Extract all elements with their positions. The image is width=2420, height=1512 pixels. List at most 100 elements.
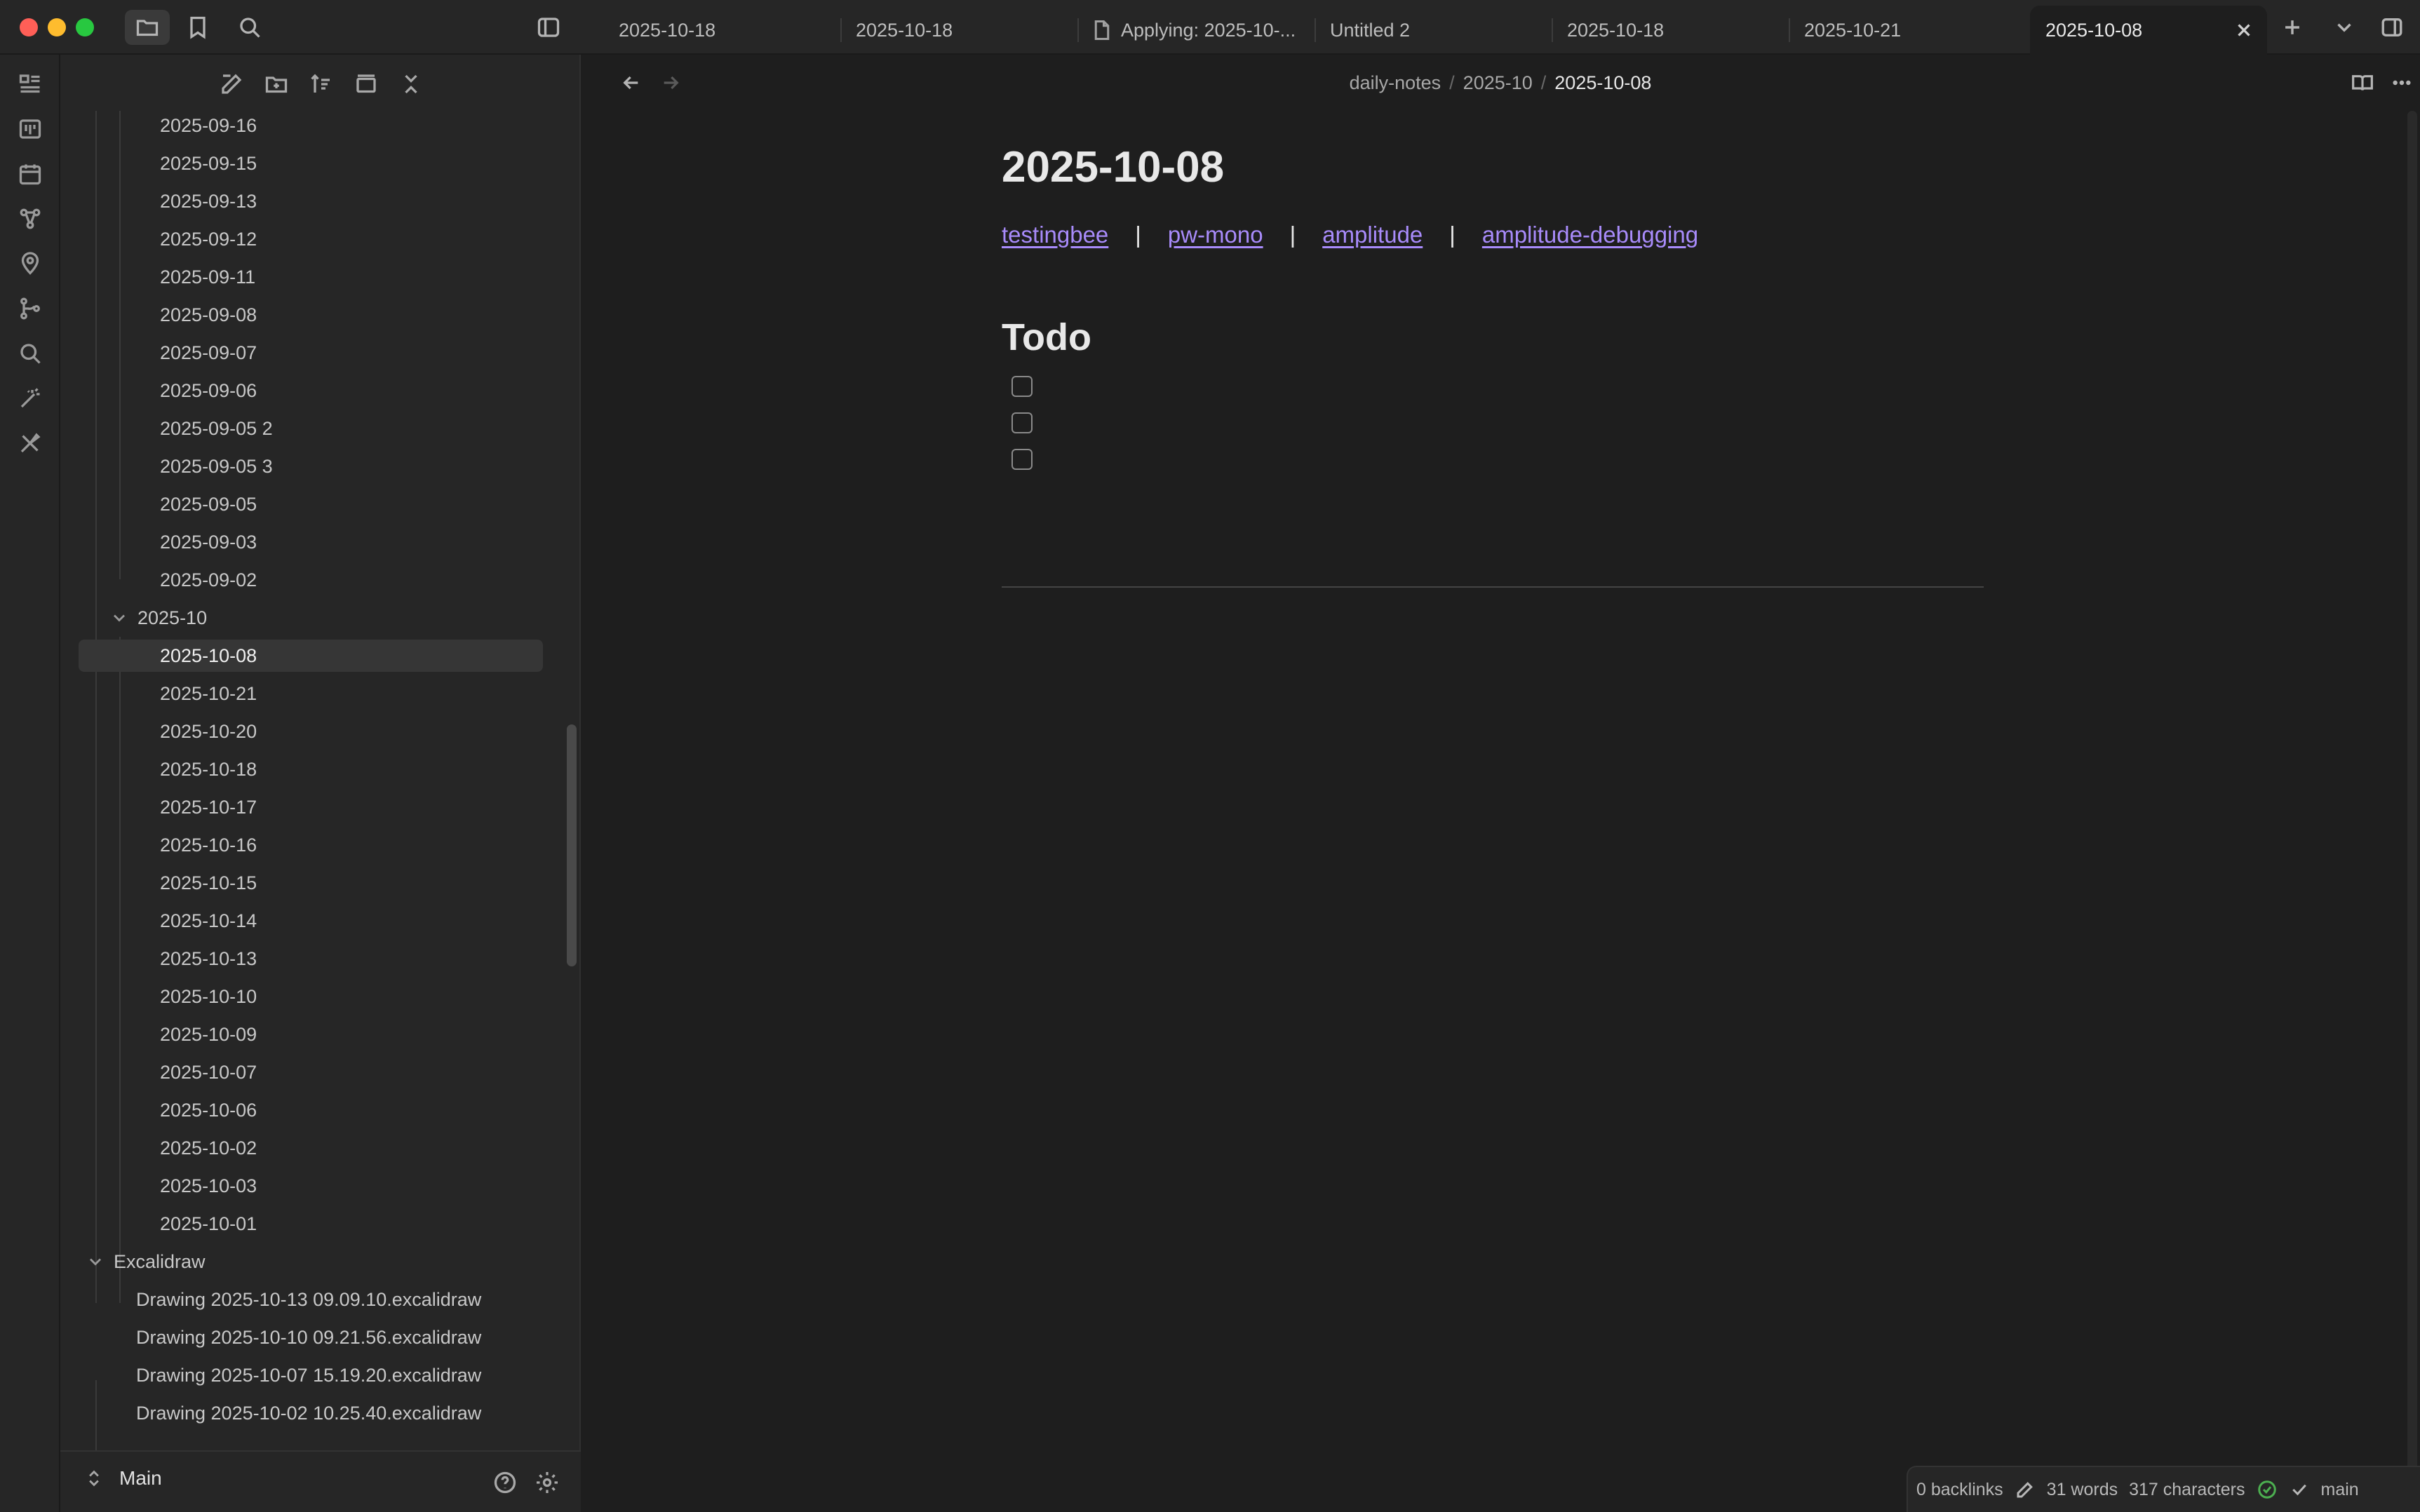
graph-icon [20,208,41,229]
file-item[interactable]: 2025-10-03 [160,1170,257,1202]
link-testingbee[interactable]: testingbee [1002,222,1108,248]
breadcrumb-current-note[interactable]: 2025-10-08 [1554,72,1651,93]
toggle-right-sidebar-button[interactable] [2371,10,2413,45]
file-item[interactable]: 2025-09-11 [160,261,255,293]
file-item[interactable]: 2025-10-20 [160,715,257,748]
file-item[interactable]: Drawing 2025-10-13 09.09.10.excalidraw [136,1283,481,1316]
sync-status[interactable] [2257,1479,2278,1500]
settings-button[interactable] [532,1467,563,1498]
tab-list-button[interactable] [2323,10,2365,45]
file-item[interactable]: 2025-09-06 [160,374,257,407]
window-minimize-button[interactable] [48,18,66,36]
todo-checkbox[interactable] [1011,412,1033,433]
git-branch-name[interactable]: main [2321,1480,2359,1500]
file-item[interactable]: 2025-09-16 [160,111,257,142]
todo-checkbox[interactable] [1011,376,1033,397]
note-content[interactable]: 2025-10-08 testingbee | pw-mono | amplit… [1002,146,1984,470]
file-label: 2025-09-05 2 [160,417,273,439]
new-note-button[interactable] [216,69,247,100]
note-title[interactable]: 2025-10-08 [1002,146,1984,189]
more-options-button[interactable] [2386,67,2417,98]
ribbon-dashboard-button[interactable] [15,69,46,100]
file-item[interactable]: 2025-10-02 [160,1132,257,1164]
ribbon-graph-button[interactable] [15,203,46,234]
file-item[interactable]: 2025-10-21 [160,677,257,710]
breadcrumb-daily-notes[interactable]: daily-notes [1350,72,1441,93]
ribbon-calendar-button[interactable] [15,158,46,189]
editor-scrollbar[interactable] [2407,111,2417,1506]
file-item[interactable]: 2025-09-05 2 [160,412,273,445]
ribbon-kanban-button[interactable] [15,114,46,144]
file-item[interactable]: 2025-10-01 [160,1208,257,1240]
reading-view-button[interactable] [2347,67,2378,98]
link-separator: | [1449,222,1456,248]
file-item[interactable]: 2025-10-18 [160,753,257,785]
file-item[interactable]: Drawing 2025-10-07 15.19.20.excalidraw [136,1359,481,1391]
close-tab-button[interactable] [2233,20,2254,41]
ribbon-excalidraw-button[interactable] [15,428,46,459]
file-item[interactable]: 2025-10-14 [160,905,257,937]
file-item[interactable]: 2025-09-03 [160,526,257,558]
ribbon-search-button[interactable] [15,338,46,369]
tab-2025-10-18-b[interactable]: 2025-10-18 [840,6,1077,55]
tab-untitled-2[interactable]: Untitled 2 [1315,6,1552,55]
file-item[interactable]: 2025-09-15 [160,147,257,180]
file-item[interactable]: 2025-09-05 [160,488,257,520]
link-amplitude[interactable]: amplitude [1322,222,1423,248]
file-item[interactable]: 2025-09-08 [160,299,257,331]
tab-2025-10-18-a[interactable]: 2025-10-18 [603,6,840,55]
file-item[interactable]: 2025-09-13 [160,185,257,217]
todo-list [1002,376,1984,470]
tab-applying[interactable]: Applying: 2025-10-... [1077,6,1315,55]
file-item[interactable]: 2025-09-12 [160,223,257,255]
vault-switcher[interactable]: Main [84,1467,162,1490]
window-maximize-button[interactable] [76,18,94,36]
file-item[interactable]: 2025-09-07 [160,337,257,369]
file-item[interactable]: Drawing 2025-10-02 10.25.40.excalidraw [136,1397,481,1429]
file-item[interactable]: 2025-10-09 [160,1018,257,1051]
file-item[interactable]: Drawing 2025-10-10 09.21.56.excalidraw [136,1321,481,1354]
file-label: 2025-09-03 [160,531,257,553]
link-pw-mono[interactable]: pw-mono [1168,222,1263,248]
folder-2025-10[interactable]: 2025-10 [109,602,207,634]
ribbon [0,55,60,1512]
file-explorer-button[interactable] [125,10,170,45]
file-item[interactable]: 2025-10-07 [160,1056,257,1088]
search-button[interactable] [227,10,272,45]
file-tree-scrollbar[interactable] [567,724,577,966]
file-item[interactable]: 2025-10-17 [160,791,257,823]
sort-button[interactable] [306,69,337,100]
link-amplitude-debugging[interactable]: amplitude-debugging [1482,222,1698,248]
help-button[interactable] [490,1467,520,1498]
breadcrumb-2025-10[interactable]: 2025-10 [1463,72,1533,93]
file-item[interactable]: 2025-10-15 [160,867,257,899]
bookmarks-button[interactable] [175,10,220,45]
toggle-sidebar-button[interactable] [526,10,571,45]
collapse-all-button[interactable] [396,69,426,100]
file-item[interactable]: 2025-10-06 [160,1094,257,1126]
ribbon-git-button[interactable] [15,293,46,324]
git-status[interactable] [2289,1479,2310,1500]
window-close-button[interactable] [20,18,38,36]
edit-mode-button[interactable] [2015,1479,2036,1500]
file-item[interactable]: 2025-09-02 [160,564,257,596]
ribbon-magic-button[interactable] [15,383,46,414]
todo-checkbox[interactable] [1011,449,1033,470]
tab-2025-10-21[interactable]: 2025-10-21 [1789,6,2026,55]
file-item[interactable]: 2025-10-13 [160,943,257,975]
ribbon-map-button[interactable] [15,248,46,279]
auto-reveal-button[interactable] [351,69,382,100]
file-item[interactable]: 2025-09-05 3 [160,450,273,482]
file-item[interactable]: 2025-10-10 [160,980,257,1013]
new-tab-button[interactable] [2271,10,2313,45]
magic-wand-icon [20,388,40,408]
file-item[interactable]: 2025-10-16 [160,829,257,861]
file-item[interactable]: 2025-10-08 [79,640,543,672]
folder-excalidraw[interactable]: Excalidraw [86,1246,206,1278]
backlinks-count[interactable]: 0 backlinks [1916,1480,2003,1500]
file-label: 2025-10-18 [160,758,257,780]
kanban-icon [19,119,41,139]
tab-2025-10-18-c[interactable]: 2025-10-18 [1552,6,1789,55]
new-folder-button[interactable] [261,69,292,100]
tab-2025-10-08-active[interactable]: 2025-10-08 [2030,6,2267,55]
